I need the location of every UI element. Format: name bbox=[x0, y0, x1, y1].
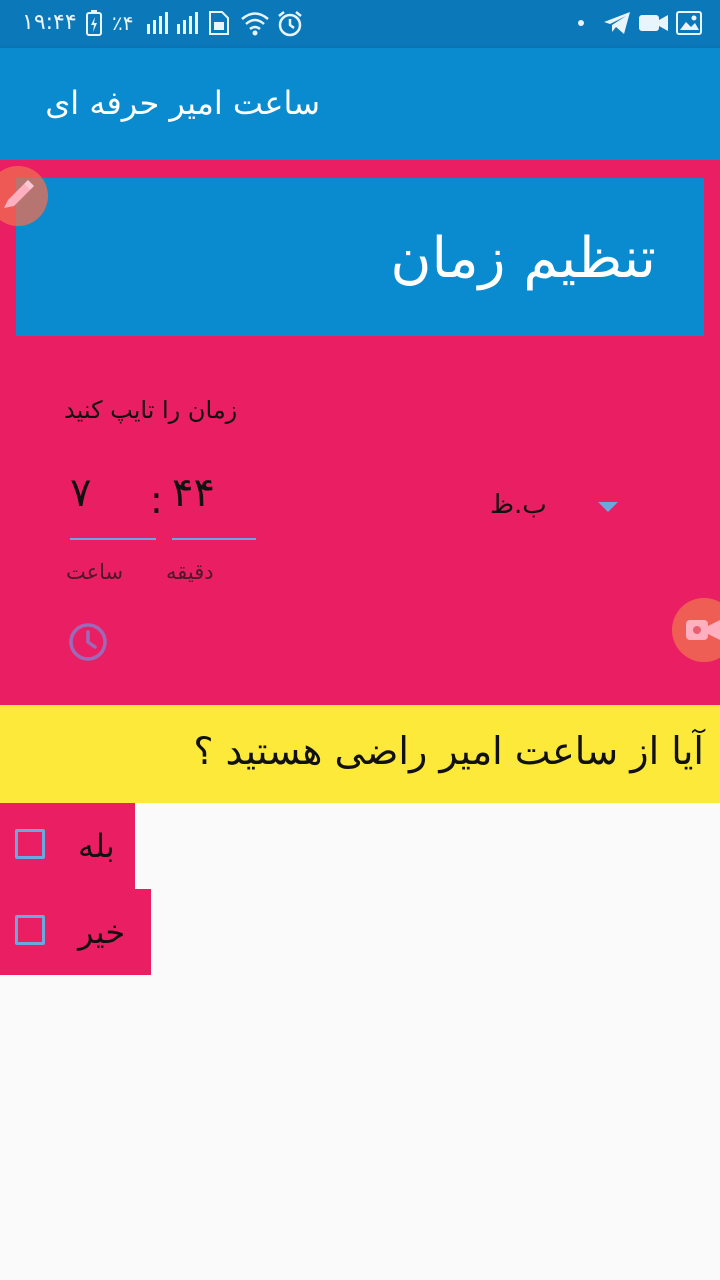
video-icon bbox=[639, 15, 668, 31]
sim-icon bbox=[209, 11, 229, 35]
header-card: تنظیم زمان bbox=[16, 178, 704, 336]
alarm-icon bbox=[278, 11, 302, 37]
hour-input[interactable]: ۷ bbox=[70, 470, 156, 540]
status-time: ۱۹:۴۴ bbox=[22, 10, 77, 35]
dot-icon bbox=[578, 20, 584, 26]
edit-fab[interactable] bbox=[0, 166, 48, 226]
battery-percent: ٪۴ bbox=[112, 11, 134, 35]
app-bar: ساعت امیر حرفه ای bbox=[0, 48, 720, 160]
hour-caption: ساعت bbox=[66, 560, 124, 584]
battery-icon bbox=[86, 10, 102, 36]
image-icon bbox=[676, 11, 702, 35]
time-settings-section: تنظیم زمان زمان را تایپ کنید ۷ : ۴۴ ساعت… bbox=[0, 160, 720, 705]
time-separator: : bbox=[150, 478, 163, 522]
option-yes[interactable]: بله bbox=[0, 803, 135, 889]
video-fab[interactable] bbox=[672, 598, 720, 662]
pencil-icon bbox=[4, 180, 34, 208]
minute-caption: دقیقه bbox=[166, 560, 214, 584]
satisfaction-question: آیا از ساعت امیر راضی هستید ؟ bbox=[193, 729, 704, 773]
question-bar: آیا از ساعت امیر راضی هستید ؟ bbox=[0, 705, 720, 803]
option-yes-label: بله bbox=[78, 827, 115, 865]
video-camera-icon bbox=[686, 620, 720, 640]
minute-input[interactable]: ۴۴ bbox=[172, 470, 256, 540]
option-no-label: خیر bbox=[78, 913, 126, 951]
ampm-select[interactable]: ب.ظ bbox=[490, 490, 547, 520]
option-no[interactable]: خیر bbox=[0, 889, 151, 975]
header-title: تنظیم زمان bbox=[390, 226, 656, 291]
checkbox-no[interactable] bbox=[15, 915, 45, 945]
wifi-icon bbox=[241, 12, 269, 36]
checkbox-yes[interactable] bbox=[15, 829, 45, 859]
status-bar: ۱۹:۴۴ ٪۴ bbox=[0, 0, 720, 48]
app-title: ساعت امیر حرفه ای bbox=[45, 84, 320, 122]
chevron-down-icon[interactable] bbox=[598, 502, 618, 512]
telegram-icon bbox=[604, 12, 630, 34]
signal-icon bbox=[147, 12, 168, 34]
signal-icon bbox=[177, 12, 198, 34]
time-prompt-label: زمان را تایپ کنید bbox=[64, 396, 238, 424]
clock-icon[interactable] bbox=[66, 620, 110, 664]
